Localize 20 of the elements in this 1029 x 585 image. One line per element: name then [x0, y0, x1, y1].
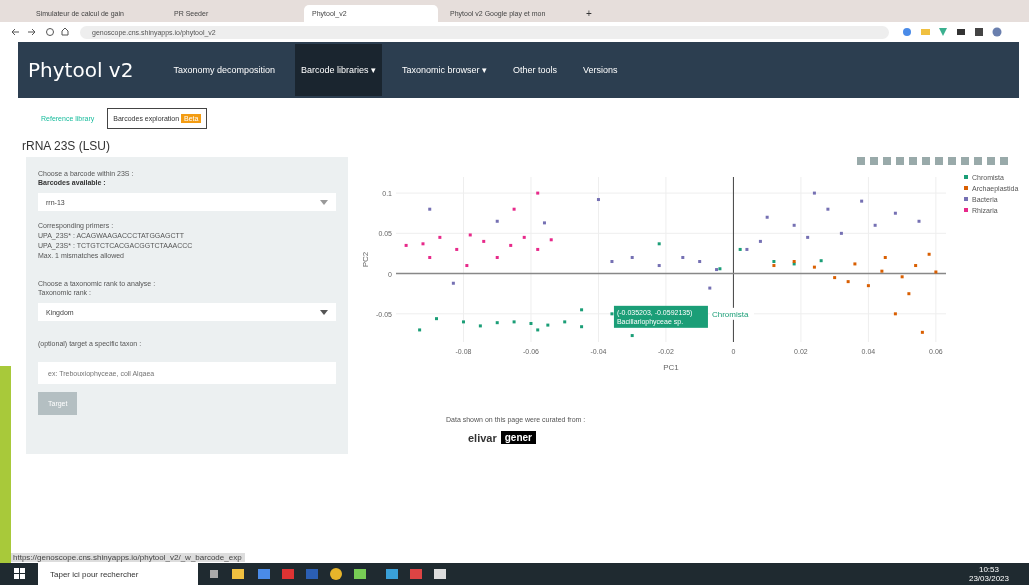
- nav-item[interactable]: Versions: [577, 44, 624, 96]
- partner-logo[interactable]: gener: [500, 431, 536, 444]
- tooltip-series-label: Chromista: [711, 309, 749, 319]
- new-tab-button[interactable]: +: [580, 5, 598, 22]
- nav-item[interactable]: Barcode libraries ▾: [294, 44, 382, 96]
- caret-icon: [320, 199, 328, 205]
- windows-start-icon[interactable]: [14, 568, 26, 580]
- app-logo[interactable]: Phytool v2: [28, 58, 134, 82]
- navigation-buttons-drawing[interactable]: [10, 27, 70, 37]
- page-heading: rRNA 23S (LSU): [21, 138, 112, 155]
- axis-title: PC1: [663, 363, 679, 372]
- partner-logo[interactable]: elivar: [468, 431, 497, 444]
- taskbar-search-field[interactable]: Taper ici pour rechercher: [38, 563, 198, 585]
- nav-item[interactable]: Taxonomy decomposition: [167, 44, 281, 96]
- taskbar-time: 10:53: [978, 565, 999, 574]
- axis-title: PC2: [361, 251, 370, 268]
- caret-icon: [320, 309, 328, 315]
- nav-item[interactable]: Other tools: [507, 44, 564, 96]
- nav-item[interactable]: Taxonomic browser ▾: [395, 44, 493, 96]
- taskbar-date: 23/03/2023: [968, 574, 1009, 583]
